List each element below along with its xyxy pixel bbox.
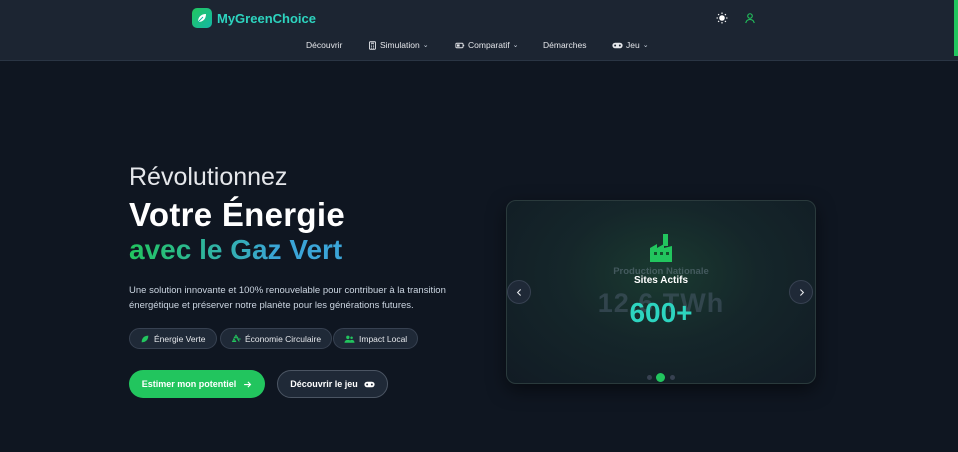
nav-decouvrir[interactable]: Découvrir — [306, 40, 342, 50]
chevron-left-icon — [516, 288, 521, 296]
chevron-down-icon: ⌄ — [512, 42, 519, 49]
chevron-down-icon: ⌄ — [422, 42, 429, 49]
button-label: Estimer mon potentiel — [141, 379, 237, 389]
nav-label: Jeu — [626, 40, 640, 50]
nav-label: Découvrir — [306, 40, 343, 50]
user-icon — [745, 13, 755, 24]
tag-label: Énergie Verte — [154, 333, 206, 344]
gamepad-icon — [364, 381, 375, 387]
nav-demarches[interactable]: Démarches — [543, 40, 586, 50]
gamepad-icon — [612, 42, 623, 48]
users-icon — [344, 335, 355, 343]
top-navbar: MyGreenChoice Découvrir Simulation ⌄ Com… — [0, 0, 958, 61]
nav-simulation[interactable]: Simulation ⌄ — [368, 40, 429, 50]
hero-title-line1: Révolutionnez — [129, 163, 288, 191]
tag-label: Économie Circulaire — [245, 333, 322, 344]
discover-game-button[interactable]: Découvrir le jeu — [277, 370, 388, 398]
stats-carousel: Production Nationale 12.6 TWh Sites Acti… — [506, 200, 816, 384]
theme-toggle-button[interactable] — [715, 11, 729, 25]
estimate-potential-button[interactable]: Estimer mon potentiel — [129, 370, 265, 398]
nav-label: Démarches — [543, 40, 587, 50]
chevron-right-icon — [799, 288, 804, 296]
brand-logo[interactable]: MyGreenChoice — [192, 8, 316, 28]
account-button[interactable] — [743, 11, 757, 25]
hero-title-line3: avec le Gaz Vert — [129, 234, 343, 265]
calculator-icon — [369, 40, 376, 50]
nav-jeu[interactable]: Jeu ⌄ — [612, 40, 649, 50]
leaf-icon — [141, 335, 149, 342]
nav-label: Comparatif — [468, 40, 510, 50]
tag-energie-verte: Énergie Verte — [129, 328, 217, 349]
slide-value: 600+ — [629, 297, 693, 328]
carousel-next-button[interactable] — [789, 280, 813, 304]
carousel-dot[interactable] — [647, 375, 652, 380]
hero-description: Une solution innovante et 100% renouvela… — [129, 285, 446, 311]
recycle-icon — [231, 333, 241, 342]
main-nav: Découvrir Simulation ⌄ Comparatif ⌄ Déma… — [0, 40, 958, 56]
battery-icon — [455, 42, 465, 48]
slide-title: Sites Actifs — [633, 275, 689, 286]
sun-icon — [716, 12, 728, 24]
arrow-right-icon — [244, 380, 252, 388]
carousel-dot-active[interactable] — [656, 373, 665, 382]
carousel-dot[interactable] — [670, 375, 675, 380]
nav-comparatif[interactable]: Comparatif ⌄ — [455, 40, 518, 50]
scrollbar-accent[interactable] — [954, 0, 958, 56]
leaf-icon — [192, 8, 212, 28]
nav-label: Simulation — [380, 40, 420, 50]
tag-impact-local: Impact Local — [333, 328, 419, 349]
hero-title-line2: Votre Énergie — [129, 196, 346, 233]
carousel-prev-button[interactable] — [507, 280, 531, 304]
brand-name: MyGreenChoice — [217, 10, 316, 26]
tag-label: Impact Local — [359, 333, 408, 344]
factory-icon — [650, 234, 672, 262]
button-label: Découvrir le jeu — [290, 379, 358, 389]
chevron-down-icon: ⌄ — [642, 42, 649, 49]
tag-economie-circulaire: Économie Circulaire — [220, 328, 333, 349]
